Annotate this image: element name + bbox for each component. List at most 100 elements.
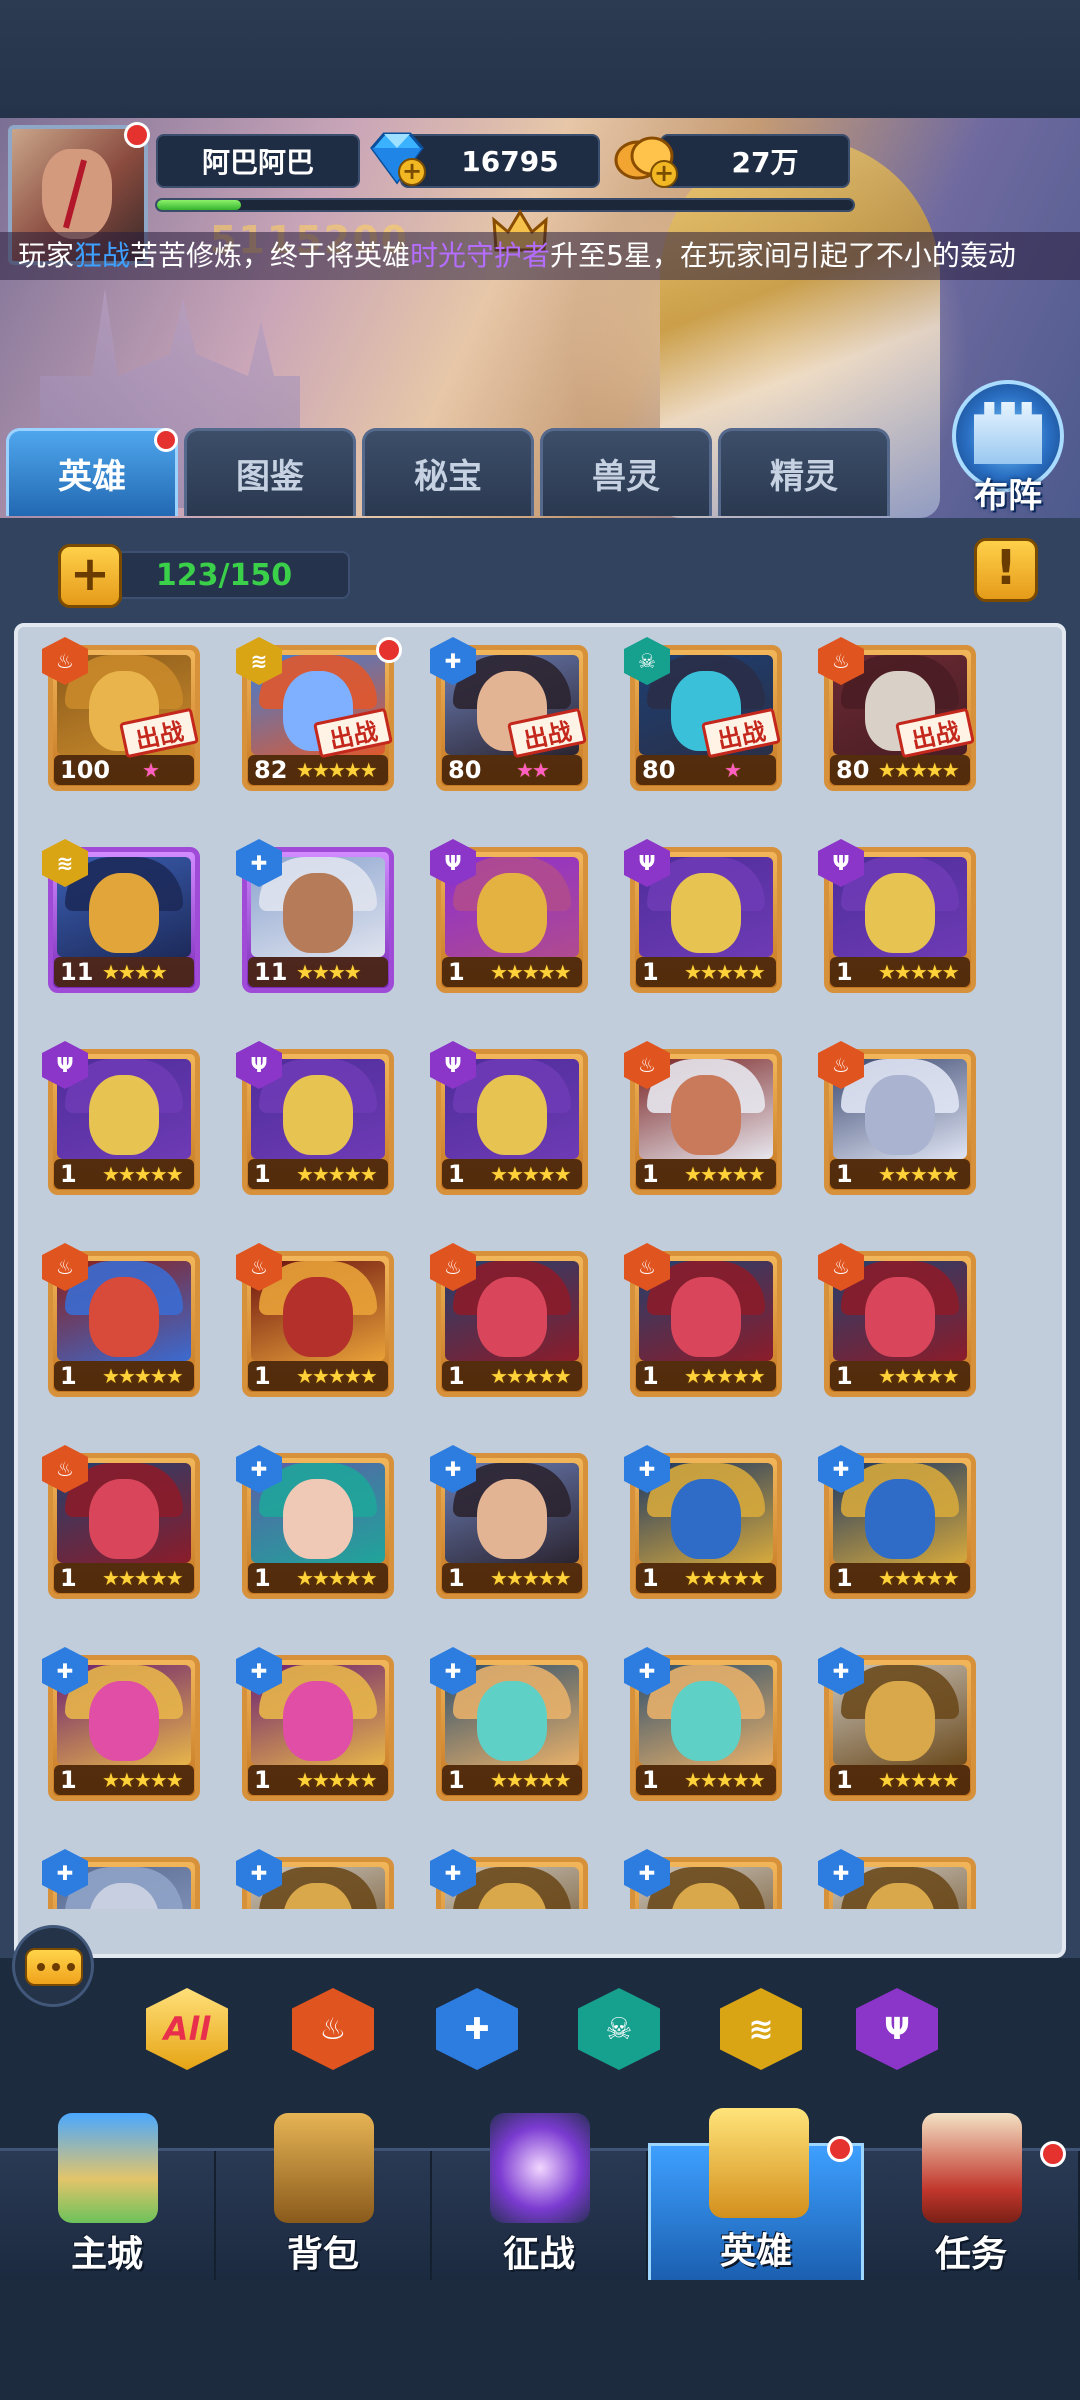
hero-face [477,1479,547,1559]
hero-stars: ★ [724,758,742,782]
hero-stars: ★★★★★ [102,1162,184,1186]
gold-count: 27万 [660,134,850,188]
skull-element-icon[interactable]: ☠ [578,1988,660,2070]
hero-level: 1 [60,1564,77,1592]
hero-face [865,1479,935,1559]
hero-face [283,1681,353,1761]
hero-level: 1 [642,958,659,986]
hero-card[interactable]: 1 ★★★★★ Ψ [430,839,592,993]
hero-card[interactable]: 82 ★★★★★ 出战 ≋ [236,637,402,791]
hero-level: 80 [836,756,870,784]
announcement-marquee: 玩家狂战苦苦修炼，终于将英雄时光守护者升至5星，在玩家间引起了不小的轰动 [0,232,1080,280]
hero-card[interactable]: 80 ★ 出战 ☠ [624,637,786,791]
nav-dragon-portal[interactable]: 征战 [432,2113,648,2283]
hero-face [865,873,935,953]
hero-level: 1 [836,1564,853,1592]
hero-card[interactable]: 1 ★★★★★ ✚ [430,1647,592,1801]
hero-level: 1 [254,1362,271,1390]
hero-face [283,873,353,953]
marquee-prefix: 玩家 [18,239,75,272]
hero-card[interactable]: ✚ [236,1849,398,1909]
hero-card[interactable]: 1 ★★★★★ ♨ [42,1243,204,1397]
hero-stars: ★★★★★ [490,960,572,984]
hero-card[interactable]: 1 ★★★★★ ✚ [236,1647,398,1801]
add-gold-icon[interactable]: + [650,160,678,188]
hero-stars: ★★★★ [296,960,362,984]
hero-stars: ★★★★ [102,960,168,984]
hero-card[interactable]: 1 ★★★★★ Ψ [818,839,980,993]
hero-stars: ★★★★★ [878,1162,960,1186]
hero-stars: ★★★★★ [296,758,378,782]
hero-card[interactable]: 1 ★★★★★ ♨ [430,1243,592,1397]
hero-stars: ★★★★★ [490,1364,572,1388]
hero-level: 11 [60,958,94,986]
hero-card[interactable]: 1 ★★★★★ ♨ [236,1243,398,1397]
holy-element-icon[interactable]: ✚ [436,1988,518,2070]
hero-card[interactable]: 100 ★ 出战 ♨ [42,637,204,791]
hero-level: 1 [448,1160,465,1188]
hero-card[interactable]: ✚ [624,1849,786,1909]
hero-card[interactable]: 1 ★★★★★ ♨ [818,1243,980,1397]
nav-chest[interactable]: 背包 [216,2113,432,2283]
wind-element-icon[interactable]: ≋ [720,1988,802,2070]
nav-castle[interactable]: 主城 [0,2113,216,2283]
add-diamond-icon[interactable]: + [398,158,426,186]
hero-level: 1 [60,1362,77,1390]
hero-card[interactable]: ✚ [42,1849,204,1909]
hero-card[interactable]: 11 ★★★★ ≋ [42,839,204,993]
hero-card[interactable]: 11 ★★★★ ✚ [236,839,398,993]
nav-bottom-band [0,2280,1080,2400]
tab-codex[interactable]: 图鉴 [184,428,356,516]
hero-card[interactable]: 1 ★★★★★ Ψ [236,1041,398,1195]
hero-card[interactable]: ✚ [818,1849,980,1909]
hero-level: 1 [60,1160,77,1188]
hero-card[interactable]: 1 ★★★★★ Ψ [42,1041,204,1195]
hero-card[interactable]: 1 ★★★★★ ✚ [818,1445,980,1599]
tab-treasure[interactable]: 秘宝 [362,428,534,516]
hero-card[interactable]: 1 ★★★★★ ✚ [236,1445,398,1599]
hero-card[interactable]: 1 ★★★★★ ✚ [624,1445,786,1599]
dark-element-icon[interactable]: Ψ [856,1988,938,2070]
hero-card[interactable]: 1 ★★★★★ ✚ [430,1445,592,1599]
hero-face [283,1479,353,1559]
hero-card[interactable]: 80 ★★ 出战 ✚ [430,637,592,791]
bottom-nav: 主城 背包 征战 英雄 任务 [0,2108,1080,2283]
hero-card[interactable]: 1 ★★★★★ Ψ [624,839,786,993]
tab-heroes[interactable]: 英雄 [6,428,178,516]
hero-stars: ★★★★★ [296,1566,378,1590]
nav-scroll[interactable]: 任务 [864,2113,1080,2283]
golden-helmet-icon [709,2108,809,2218]
hero-level: 1 [254,1766,271,1794]
hero-card[interactable]: 1 ★★★★★ ♨ [818,1041,980,1195]
tab-beast-spirit[interactable]: 兽灵 [540,428,712,516]
experience-fill [157,200,241,210]
hero-level: 1 [642,1766,659,1794]
hero-level: 1 [60,1766,77,1794]
hero-stars: ★★★★★ [296,1162,378,1186]
hero-stars: ★★★★★ [878,758,960,782]
hero-card[interactable]: ✚ [430,1849,592,1909]
nav-notification-dot [1040,2141,1066,2167]
hero-card[interactable]: 1 ★★★★★ ✚ [818,1647,980,1801]
info-button[interactable]: ! [974,538,1038,602]
tab-sprite[interactable]: 精灵 [718,428,890,516]
hero-card[interactable]: 1 ★★★★★ ♨ [624,1041,786,1195]
hero-card[interactable]: 1 ★★★★★ ✚ [42,1647,204,1801]
hero-face [477,1075,547,1155]
expand-capacity-button[interactable]: + [58,544,122,608]
nav-golden-helmet[interactable]: 英雄 [648,2108,864,2283]
marquee-middle: 苦苦修炼，终于将英雄 [130,239,411,272]
hero-card[interactable]: 1 ★★★★★ ✚ [624,1647,786,1801]
hero-card[interactable]: 80 ★★★★★ 出战 ♨ [818,637,980,791]
hero-stars: ★★★★★ [490,1566,572,1590]
hero-level: 1 [448,1766,465,1794]
hero-face [89,873,159,953]
hero-card[interactable]: 1 ★★★★★ ♨ [42,1445,204,1599]
fire-element-icon[interactable]: ♨ [292,1988,374,2070]
hero-card[interactable]: 1 ★★★★★ ♨ [624,1243,786,1397]
all-filter[interactable]: All [146,1988,228,2070]
hero-card[interactable]: 1 ★★★★★ Ψ [430,1041,592,1195]
marquee-suffix: 升至5星，在玩家间引起了不小的轰动 [550,239,1016,272]
hero-stars: ★★★★★ [878,1364,960,1388]
player-name: 阿巴阿巴 [156,134,360,188]
